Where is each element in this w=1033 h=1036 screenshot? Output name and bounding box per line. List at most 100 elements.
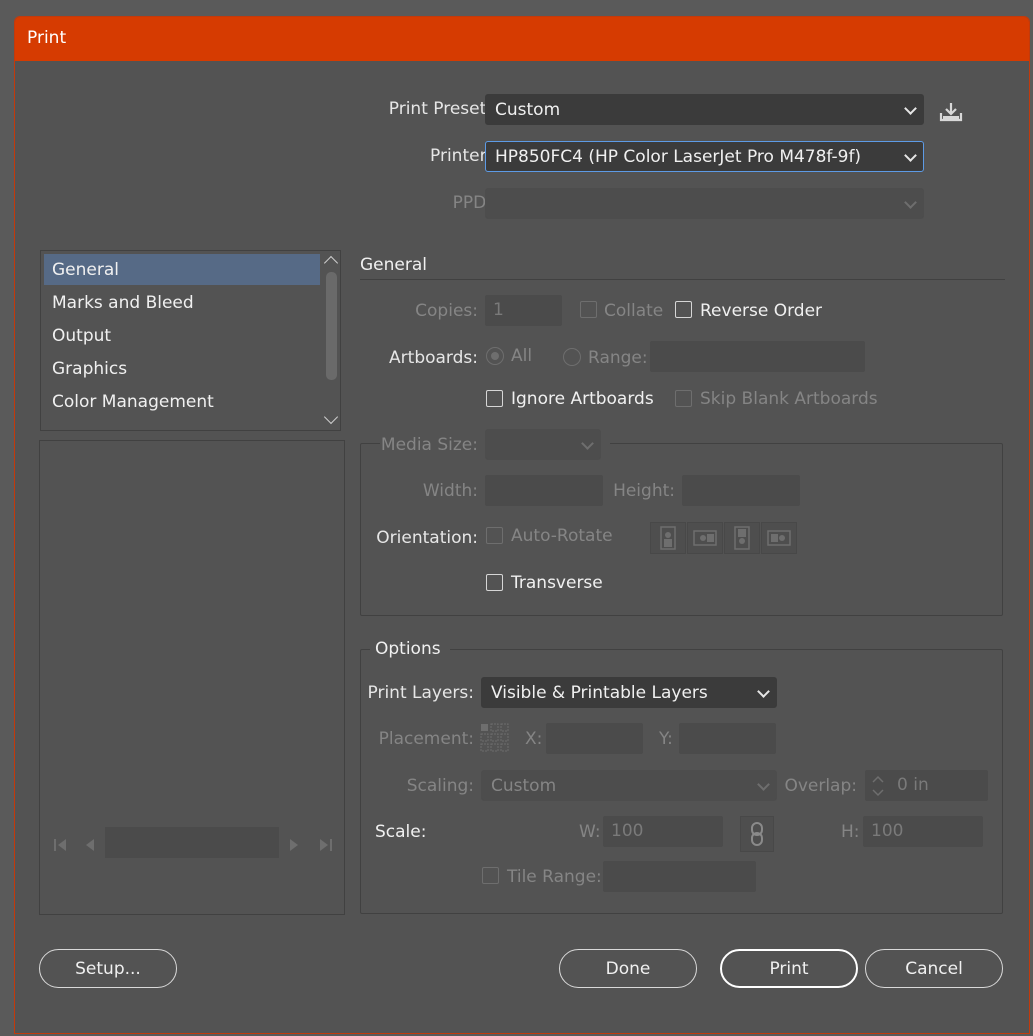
artboards-range-label: Range: xyxy=(588,348,648,368)
save-preset-icon[interactable] xyxy=(939,101,963,123)
scaling-value: Custom xyxy=(491,776,557,796)
page-number-field[interactable] xyxy=(105,827,279,858)
tile-range-label: Tile Range: xyxy=(507,867,602,887)
width-label: Width: xyxy=(422,481,478,501)
sidebar-item-output[interactable]: Output xyxy=(44,320,320,351)
h-field[interactable]: 100 xyxy=(863,816,983,847)
height-field[interactable] xyxy=(682,475,800,506)
height-label: Height: xyxy=(613,481,675,501)
chevron-down-icon xyxy=(904,102,917,115)
chevron-down-icon xyxy=(904,196,917,209)
landscape-icon[interactable] xyxy=(687,522,723,554)
chevron-down-icon xyxy=(757,685,770,698)
sidebar-item-label: General xyxy=(52,260,119,280)
print-preset-dropdown[interactable]: Custom xyxy=(485,94,924,125)
cancel-button[interactable]: Cancel xyxy=(865,949,1003,988)
overlap-value: 0 in xyxy=(897,775,929,795)
range-field[interactable] xyxy=(650,341,865,372)
width-field[interactable] xyxy=(485,475,603,506)
h-label: H: xyxy=(841,822,860,842)
print-layers-dropdown[interactable]: Visible & Printable Layers xyxy=(481,677,777,708)
setup-button[interactable]: Setup... xyxy=(39,949,177,988)
artboards-label: Artboards: xyxy=(389,348,478,368)
overlap-label: Overlap: xyxy=(784,776,857,796)
transverse-label: Transverse xyxy=(511,573,603,593)
chevron-down-icon xyxy=(581,437,594,450)
sidebar-item-graphics[interactable]: Graphics xyxy=(44,353,320,384)
skip-blank-checkbox[interactable] xyxy=(675,390,692,407)
reverse-portrait-icon[interactable] xyxy=(724,522,760,554)
copies-value: 1 xyxy=(493,300,504,320)
next-page-icon[interactable] xyxy=(288,837,300,851)
sidebar-item-label: Output xyxy=(52,326,112,346)
scroll-down-icon[interactable] xyxy=(323,409,339,425)
printer-value: HP850FC4 (HP Color LaserJet Pro M478f-9f… xyxy=(495,147,862,167)
sidebar-item-label: Marks and Bleed xyxy=(52,293,194,313)
sidebar-item-marks-and-bleed[interactable]: Marks and Bleed xyxy=(44,287,320,318)
w-label: W: xyxy=(579,822,601,842)
reverse-landscape-icon[interactable] xyxy=(761,522,797,554)
scale-label: Scale: xyxy=(375,822,427,842)
sidebar-item-label: Graphics xyxy=(52,359,128,379)
auto-rotate-checkbox[interactable] xyxy=(486,527,503,544)
constrain-proportions-link-icon[interactable] xyxy=(740,816,774,852)
window-title: Print xyxy=(27,28,67,48)
scaling-label: Scaling: xyxy=(406,776,474,796)
tile-range-field[interactable] xyxy=(603,861,756,892)
artboards-all-radio[interactable] xyxy=(486,347,504,365)
sidebar-item-color-management[interactable]: Color Management xyxy=(44,386,320,417)
artboards-all-label: All xyxy=(511,346,533,366)
list-scrollbar[interactable] xyxy=(322,252,339,429)
options-heading: Options xyxy=(375,639,441,659)
ignore-artboards-checkbox[interactable] xyxy=(486,390,503,407)
general-heading: General xyxy=(360,255,427,275)
portrait-icon[interactable] xyxy=(650,522,686,554)
ppd-dropdown[interactable] xyxy=(485,188,924,219)
sidebar-item-label: Color Management xyxy=(52,392,214,412)
print-button[interactable]: Print xyxy=(720,949,858,988)
prev-page-icon[interactable] xyxy=(84,837,96,851)
w-value: 100 xyxy=(611,821,644,841)
x-field[interactable] xyxy=(546,723,643,754)
sidebar-item-partial[interactable] xyxy=(44,419,320,430)
y-field[interactable] xyxy=(679,723,776,754)
reverse-order-label: Reverse Order xyxy=(700,301,823,321)
tile-range-checkbox[interactable] xyxy=(482,867,499,884)
copies-label: Copies: xyxy=(415,301,478,321)
printer-dropdown[interactable]: HP850FC4 (HP Color LaserJet Pro M478f-9f… xyxy=(485,141,924,172)
overlap-stepper-icon[interactable] xyxy=(869,772,887,800)
collate-label: Collate xyxy=(604,301,664,321)
category-list[interactable]: General Marks and Bleed Output Graphics … xyxy=(40,250,341,431)
x-label: X: xyxy=(525,729,543,749)
transverse-checkbox[interactable] xyxy=(486,574,503,591)
scroll-up-icon[interactable] xyxy=(323,255,339,271)
chevron-down-icon xyxy=(904,149,917,162)
print-layers-label: Print Layers: xyxy=(367,683,475,703)
sidebar-item-general[interactable]: General xyxy=(44,254,320,285)
skip-blank-label: Skip Blank Artboards xyxy=(700,389,878,409)
print-preset-value: Custom xyxy=(495,100,561,120)
scaling-dropdown[interactable]: Custom xyxy=(481,770,777,801)
print-layers-value: Visible & Printable Layers xyxy=(491,683,708,703)
done-button[interactable]: Done xyxy=(559,949,697,988)
chevron-down-icon xyxy=(757,778,770,791)
placement-grid-icon[interactable] xyxy=(480,723,510,753)
title-bar: Print xyxy=(15,17,1029,61)
print-preview-pane xyxy=(39,440,345,915)
print-dialog: Print Print Preset: Custom Printer: HP85… xyxy=(14,16,1030,1034)
placement-label: Placement: xyxy=(378,729,474,749)
artboards-range-radio[interactable] xyxy=(563,348,581,366)
auto-rotate-label: Auto-Rotate xyxy=(511,526,613,546)
general-separator xyxy=(360,279,1005,280)
printer-label: Printer: xyxy=(430,146,492,166)
copies-field[interactable]: 1 xyxy=(485,295,562,326)
media-size-dropdown[interactable] xyxy=(485,429,601,460)
w-field[interactable]: 100 xyxy=(603,816,723,847)
scroll-thumb[interactable] xyxy=(326,272,337,380)
reverse-order-checkbox[interactable] xyxy=(675,301,692,318)
orientation-label: Orientation: xyxy=(376,528,478,548)
last-page-icon[interactable] xyxy=(316,837,334,851)
collate-checkbox[interactable] xyxy=(580,301,597,318)
h-value: 100 xyxy=(871,821,904,841)
first-page-icon[interactable] xyxy=(52,837,70,851)
